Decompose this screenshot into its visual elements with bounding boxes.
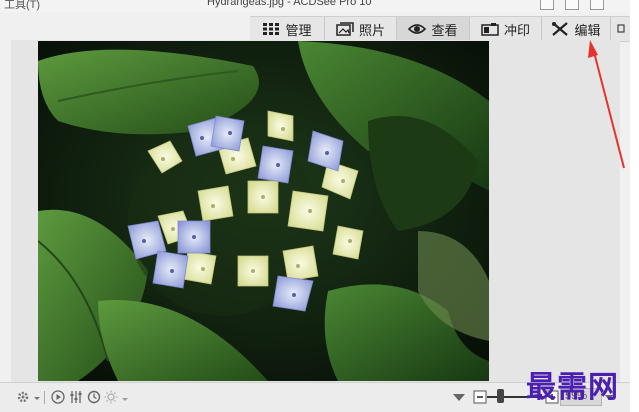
tab-develop[interactable]: 冲印 [470, 17, 542, 41]
maximize-button[interactable] [565, 0, 579, 10]
tab-develop-label: 冲印 [503, 22, 530, 38]
close-button[interactable] [590, 0, 604, 10]
tab-manage[interactable]: 管理 [250, 17, 325, 41]
zoom-slider-thumb[interactable] [497, 389, 504, 403]
minimize-button[interactable] [540, 0, 554, 10]
tab-edit[interactable]: 编辑 [542, 17, 611, 41]
gear-icon[interactable] [16, 390, 30, 404]
edit-tools-icon [552, 22, 569, 36]
brightness-dropdown-icon[interactable] [121, 390, 129, 404]
develop-icon [481, 23, 499, 36]
more-icon [616, 24, 625, 33]
brightness-icon[interactable] [104, 390, 118, 404]
eye-icon [408, 24, 427, 34]
tab-edit-label: 编辑 [574, 22, 601, 38]
hydrangea-photo [38, 41, 489, 381]
watermark-logo: 最需网 [526, 370, 619, 405]
gear-dropdown-icon[interactable] [33, 390, 41, 404]
tab-manage-label: 管理 [285, 22, 312, 38]
hydrangea-image [38, 41, 489, 381]
tab-view[interactable]: 查看 [397, 17, 470, 41]
window-title: Hydrangeas.jpg - ACDSee Pro 10 [207, 0, 372, 8]
clock-icon[interactable] [87, 390, 101, 404]
tab-photos[interactable]: 照片 [325, 17, 397, 41]
grid-icon [263, 23, 280, 35]
tab-more[interactable] [611, 17, 630, 41]
tab-view-label: 查看 [431, 22, 458, 38]
tab-photos-label: 照片 [358, 22, 385, 38]
tools-menu[interactable]: 工具(T) [4, 0, 40, 12]
adjust-sliders-icon[interactable] [69, 390, 83, 404]
status-divider [44, 391, 45, 404]
photos-icon [336, 22, 354, 36]
mode-bar: 管理 照片 查看 冲印 编辑 [250, 16, 630, 42]
filter-dropdown-icon[interactable] [452, 390, 466, 404]
play-icon[interactable] [51, 390, 65, 404]
zoom-out-icon[interactable] [473, 390, 487, 404]
title-bar: 工具(T) Hydrangeas.jpg - ACDSee Pro 10 [0, 0, 630, 12]
